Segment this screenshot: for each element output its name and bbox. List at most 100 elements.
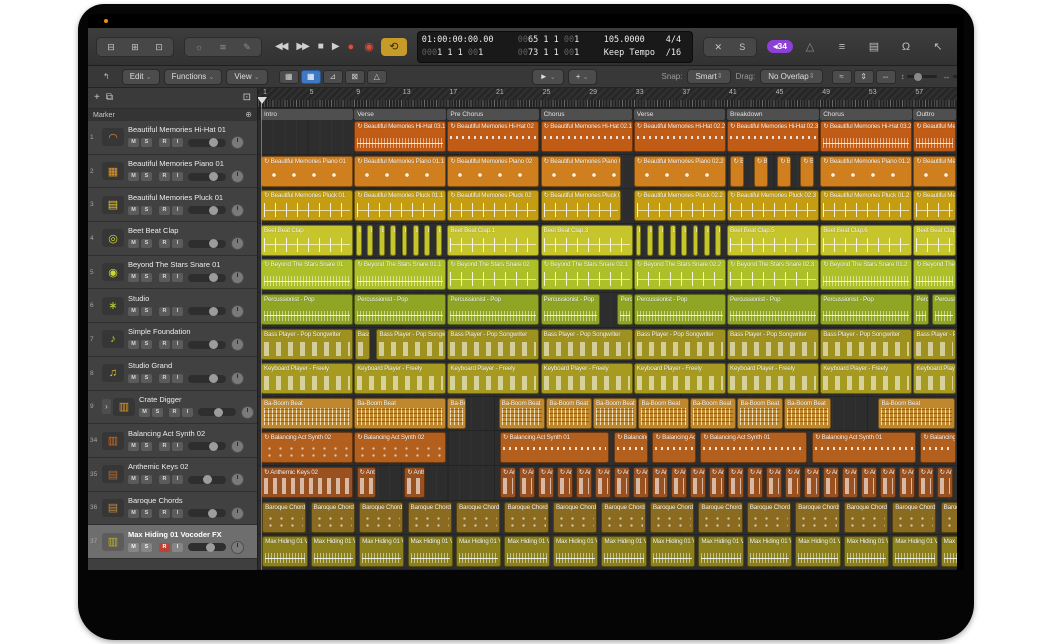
region[interactable]: ↻ Beautiful Memories Piano 02.3 bbox=[754, 156, 768, 187]
region[interactable]: Ba-Boom Beat bbox=[690, 398, 737, 429]
region[interactable]: Keyboard Player - Freely bbox=[913, 363, 956, 394]
volume-slider[interactable] bbox=[188, 139, 226, 147]
region[interactable]: Percussionist - Pop bbox=[932, 294, 956, 325]
vertical-zoom-slider[interactable]: ↕ bbox=[901, 72, 937, 81]
volume-knob[interactable] bbox=[209, 273, 218, 282]
region[interactable]: ↻ Anthemic Keys 02 bbox=[633, 467, 649, 498]
region[interactable]: ↻ Beautiful Memories Hi-Hat 03.1 bbox=[354, 121, 446, 152]
pan-knob[interactable] bbox=[231, 372, 244, 385]
crossfade-tool-button[interactable]: ⊿ bbox=[323, 70, 343, 84]
region[interactable]: Baroque Chords bbox=[504, 502, 548, 533]
r-button[interactable]: R bbox=[159, 374, 170, 383]
functions-menu[interactable]: Functions ⌄ bbox=[164, 69, 223, 85]
volume-slider[interactable] bbox=[188, 307, 226, 315]
region[interactable]: ↻ Beautiful Memories Piano 02.3 bbox=[800, 156, 814, 187]
marker-section[interactable]: Verse bbox=[634, 109, 726, 120]
region[interactable]: Ba-Boom Beat bbox=[261, 398, 353, 429]
region[interactable]: Baroque Chords bbox=[941, 502, 957, 533]
region[interactable]: ↻ Anthemic Keys 02 bbox=[614, 467, 630, 498]
region[interactable]: Max Hiding 01 Vocoder FX bbox=[504, 536, 549, 567]
volume-knob[interactable] bbox=[206, 543, 215, 552]
stop-button[interactable]: ■ bbox=[315, 38, 325, 56]
region[interactable]: ↻ Beautiful Memories Piano 02 bbox=[447, 156, 539, 187]
region[interactable]: ↻ Beautiful Memories Pluck 02 bbox=[541, 190, 621, 221]
region[interactable]: Baroque Chords bbox=[311, 502, 355, 533]
region[interactable]: Percussionist - Pop bbox=[913, 294, 928, 325]
editors-icon[interactable]: ▤ bbox=[863, 40, 885, 54]
volume-knob[interactable] bbox=[209, 374, 218, 383]
volume-slider[interactable] bbox=[188, 442, 226, 450]
r-button[interactable]: R bbox=[159, 543, 170, 552]
r-button[interactable]: R bbox=[159, 206, 170, 215]
drag-dropdown[interactable]: No Overlap⇕ bbox=[760, 69, 822, 84]
region[interactable]: Percussionist - Pop bbox=[261, 294, 353, 325]
i-button[interactable]: I bbox=[172, 138, 183, 147]
region[interactable]: Ba-Boom Beat bbox=[878, 398, 955, 429]
region[interactable]: Bass Player - Pop Songwriter bbox=[634, 329, 726, 360]
region[interactable]: B bbox=[379, 225, 385, 256]
s-button[interactable]: S bbox=[141, 273, 152, 282]
track-header[interactable]: 37▥Max Hiding 01 Vocoder FXMSRI bbox=[88, 525, 257, 559]
flex-button[interactable]: △ bbox=[367, 70, 387, 84]
region[interactable]: ↻ Anthemic Keys 02 bbox=[261, 467, 353, 498]
i-button[interactable]: I bbox=[172, 206, 183, 215]
region[interactable]: Max Hiding 01 Vocoder FX bbox=[311, 536, 356, 567]
region[interactable]: ↻ Anthemic Keys 02 bbox=[709, 467, 725, 498]
edit-menu[interactable]: Edit ⌄ bbox=[122, 69, 160, 85]
region[interactable]: ↻ Beyond The Stars Snare 02 bbox=[447, 259, 539, 290]
duplicate-track-button[interactable]: ⧉ bbox=[106, 92, 113, 104]
region[interactable]: ↻ Beautiful Memories Piano 01 bbox=[261, 156, 353, 187]
region[interactable]: ↻ Beyond The Stars Snare 01.2 bbox=[820, 259, 912, 290]
region[interactable]: Max Hiding 01 Vocoder FX bbox=[408, 536, 453, 567]
region[interactable]: ↻ Beyond The Stars Snare 01.1 bbox=[354, 259, 446, 290]
r-button[interactable]: R bbox=[159, 239, 170, 248]
region[interactable]: ↻ Beautiful Memories Pluck 01.2 bbox=[820, 190, 912, 221]
region[interactable]: Keyboard Player - Freely bbox=[727, 363, 819, 394]
region[interactable]: ↻ Beautiful Memories Hi-Hat 03.3 bbox=[913, 121, 956, 152]
region[interactable]: ↻ Anthemic Keys 02 bbox=[861, 467, 877, 498]
lcd-cell[interactable]: Keep Tempo bbox=[604, 48, 666, 58]
marker-section[interactable]: Intro bbox=[261, 109, 353, 120]
region[interactable]: B bbox=[658, 225, 664, 256]
autopunch-button[interactable]: ✕ bbox=[707, 40, 729, 54]
region[interactable]: ↻ Anthemic Keys 02 bbox=[728, 467, 744, 498]
record-button[interactable]: ● bbox=[345, 38, 358, 56]
track-header[interactable]: 4◎Beet Beat ClapMSRI bbox=[88, 222, 257, 256]
vertical-auto-zoom-button[interactable]: ⇕ bbox=[854, 70, 874, 84]
region[interactable]: Beet Beat Clap.5 bbox=[727, 225, 819, 256]
m-button[interactable]: M bbox=[128, 374, 139, 383]
region[interactable]: B bbox=[424, 225, 430, 256]
volume-slider[interactable] bbox=[188, 274, 226, 282]
region[interactable]: ↻ Anthemic Keys 02 bbox=[671, 467, 687, 498]
region[interactable]: ↻ Anthemic Keys 02 bbox=[804, 467, 820, 498]
region[interactable]: Max Hiding 01 Vocoder FX bbox=[844, 536, 889, 567]
region[interactable]: Baroque Chords bbox=[262, 502, 306, 533]
s-button[interactable]: S bbox=[141, 172, 152, 181]
region[interactable]: Bass Player - Pop Songwriter bbox=[355, 329, 370, 360]
s-button[interactable]: S bbox=[141, 206, 152, 215]
region[interactable]: ↻ Anthemic Keys 02 bbox=[785, 467, 801, 498]
volume-slider[interactable] bbox=[188, 509, 226, 517]
s-button[interactable]: S bbox=[141, 374, 152, 383]
region[interactable]: B bbox=[670, 225, 676, 256]
pan-knob[interactable] bbox=[231, 136, 244, 149]
region[interactable]: ↻ Anthemic Keys 02 bbox=[823, 467, 839, 498]
i-button[interactable]: I bbox=[172, 442, 183, 451]
m-button[interactable]: M bbox=[139, 408, 150, 417]
track-header[interactable]: 9›▥Crate DiggerMSRI bbox=[88, 391, 257, 425]
volume-knob[interactable] bbox=[209, 340, 218, 349]
pan-knob[interactable] bbox=[231, 271, 244, 284]
track-header[interactable]: 35▤Anthemic Keys 02MSRI bbox=[88, 458, 257, 492]
i-button[interactable]: I bbox=[172, 172, 183, 181]
region[interactable]: ↻ Beautiful Memories Piano 02 bbox=[541, 156, 621, 187]
loop-browser-icon[interactable]: Ω bbox=[895, 40, 917, 54]
region[interactable]: ↻ Balancing Act Synth 02 bbox=[261, 432, 353, 463]
volume-knob[interactable] bbox=[209, 206, 218, 215]
volume-knob[interactable] bbox=[209, 239, 218, 248]
region[interactable]: Percussionist - Pop bbox=[617, 294, 632, 325]
region[interactable]: Keyboard Player - Freely bbox=[354, 363, 446, 394]
region[interactable]: B bbox=[647, 225, 653, 256]
r-button[interactable]: R bbox=[159, 340, 170, 349]
region[interactable]: ↻ Balancing Act Synth 01 bbox=[652, 432, 695, 463]
volume-slider[interactable] bbox=[188, 341, 226, 349]
